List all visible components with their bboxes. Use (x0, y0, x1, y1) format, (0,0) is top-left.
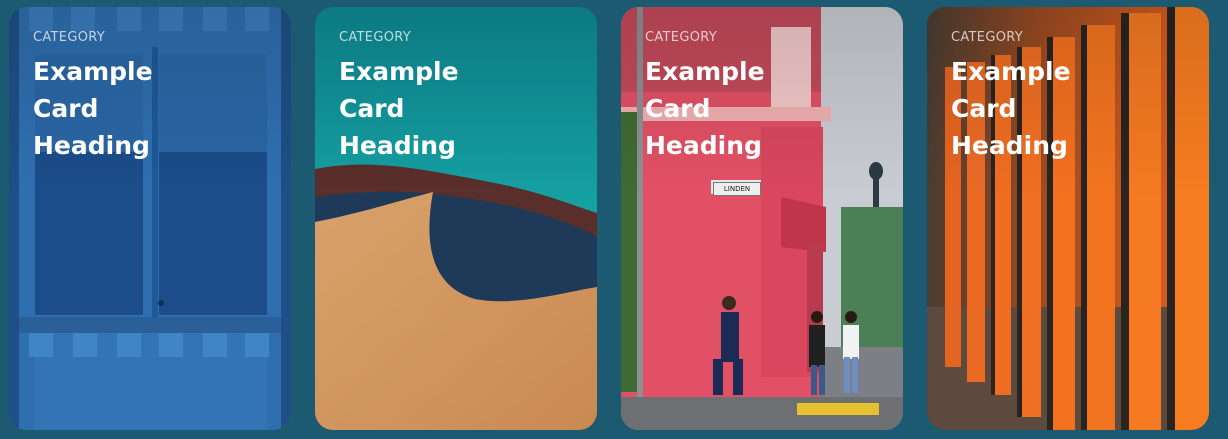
card-category: CATEGORY (645, 30, 717, 45)
card-heading[interactable]: Example Card Heading (645, 53, 795, 164)
card-category: CATEGORY (33, 30, 105, 45)
card-category: CATEGORY (951, 30, 1023, 45)
card-heading[interactable]: Example Card Heading (951, 53, 1101, 164)
street-sign: LINDEN (713, 182, 761, 196)
card-content: CATEGORY Example Card Heading (33, 31, 275, 164)
card-sand-dune[interactable]: CATEGORY Example Card Heading (315, 7, 597, 430)
card-content: CATEGORY Example Card Heading (339, 31, 581, 164)
card-row: CATEGORY Example Card Heading CATEGORY E… (9, 7, 1209, 430)
card-orange-torii[interactable]: CATEGORY Example Card Heading (927, 7, 1209, 430)
card-content: CATEGORY Example Card Heading (951, 31, 1193, 164)
card-category: CATEGORY (339, 30, 411, 45)
card-pink-building[interactable]: CATEGORY Example Card Heading LINDEN (621, 7, 903, 430)
card-blue-door[interactable]: CATEGORY Example Card Heading (9, 7, 291, 430)
card-content: CATEGORY Example Card Heading (645, 31, 887, 164)
card-heading[interactable]: Example Card Heading (33, 53, 183, 164)
card-heading[interactable]: Example Card Heading (339, 53, 489, 164)
